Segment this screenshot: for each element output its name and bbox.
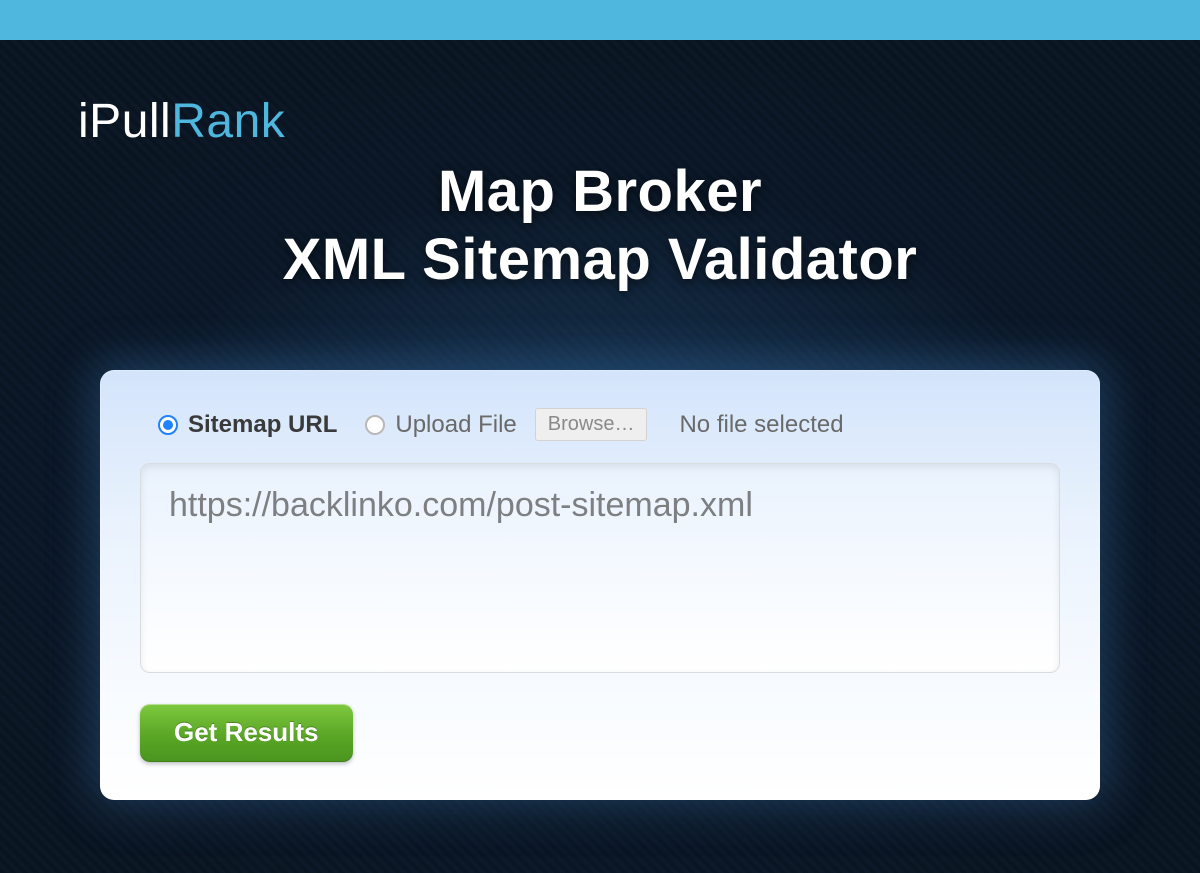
browse-button[interactable]: Browse… — [535, 408, 648, 441]
option-upload-file-label[interactable]: Upload File — [395, 411, 516, 439]
option-upload-file[interactable]: Upload File — [365, 411, 516, 439]
page-title: Map Broker XML Sitemap Validator — [0, 158, 1200, 295]
top-bar — [0, 0, 1200, 40]
brand-logo: iPullRank — [78, 94, 285, 149]
validator-panel: Sitemap URL Upload File Browse… No file … — [100, 370, 1100, 800]
radio-upload-file[interactable] — [365, 415, 385, 435]
logo-part-rank: Rank — [171, 95, 285, 148]
logo-part-pull: Pull — [89, 95, 171, 148]
sitemap-url-input[interactable] — [140, 463, 1060, 673]
option-sitemap-url[interactable]: Sitemap URL — [158, 411, 337, 439]
radio-sitemap-url[interactable] — [158, 415, 178, 435]
get-results-button[interactable]: Get Results — [140, 704, 353, 762]
input-mode-options: Sitemap URL Upload File Browse… No file … — [158, 408, 1060, 441]
page-title-line-2: XML Sitemap Validator — [0, 226, 1200, 294]
logo-part-i: i — [78, 95, 89, 148]
page-title-line-1: Map Broker — [0, 158, 1200, 226]
option-sitemap-url-label[interactable]: Sitemap URL — [188, 411, 337, 439]
page-background: iPullRank Map Broker XML Sitemap Validat… — [0, 40, 1200, 873]
file-selected-status: No file selected — [679, 411, 843, 439]
